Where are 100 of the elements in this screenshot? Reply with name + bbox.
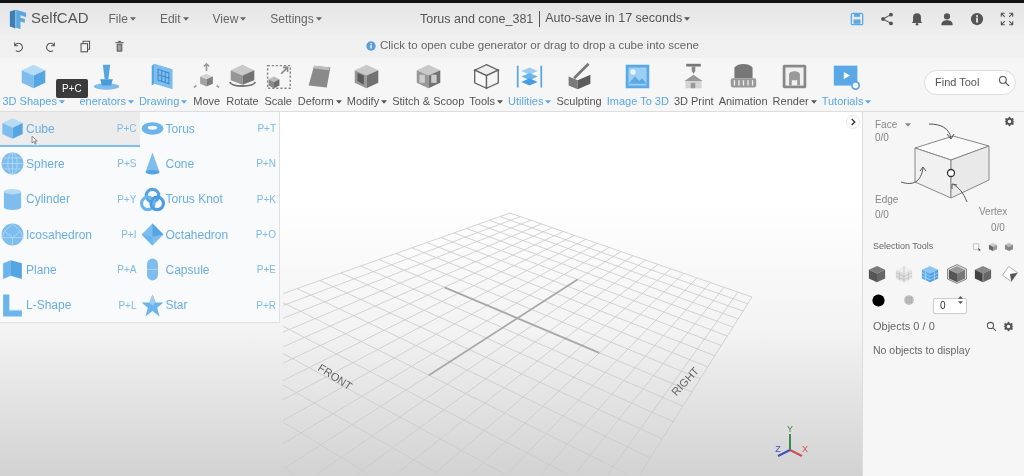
spinner-arrows-icon[interactable]	[957, 295, 964, 305]
shape-menu-item[interactable]: Plane P+A	[0, 253, 140, 289]
tool-button[interactable]: Move	[189, 62, 224, 108]
tool-button[interactable]: Drawing	[136, 62, 190, 108]
info-icon[interactable]	[970, 11, 984, 26]
share-icon[interactable]	[880, 11, 894, 26]
axis-letter: X	[802, 444, 808, 454]
caret-icon	[335, 99, 342, 104]
shape-name: Sphere	[26, 155, 65, 173]
shape-name: Cylinder	[26, 191, 70, 209]
tool-button[interactable]: Tutorials	[819, 62, 874, 108]
tool-button[interactable]: Utilities	[505, 62, 554, 108]
menu-item[interactable]: View	[212, 9, 247, 28]
caret-icon	[181, 99, 188, 104]
shape-name: Cone	[165, 155, 195, 173]
tool-button[interactable]: Sculpting	[553, 62, 605, 108]
shape-menu-item[interactable]: Icosahedron P+I	[0, 217, 140, 254]
tool-button[interactable]: Scale	[261, 62, 296, 108]
trash-icon[interactable]	[113, 39, 126, 53]
menu-item[interactable]: Settings	[270, 9, 322, 28]
color-dot[interactable]	[872, 293, 885, 307]
shortcut-text: P+A	[117, 263, 137, 278]
user-icon[interactable]	[940, 11, 954, 26]
knot-icon	[139, 186, 165, 212]
shape-menu-item[interactable]: Cone P+N	[139, 147, 279, 183]
search-icon[interactable]	[998, 75, 1010, 87]
tool-button[interactable]: Rotate	[223, 62, 262, 108]
shape-menu-item[interactable]: Star P+R	[139, 288, 279, 324]
autosave-dropdown[interactable]: Auto-save in 17 seconds	[540, 9, 691, 28]
shape-menu-item[interactable]: Torus Knot P+K	[139, 182, 279, 218]
face-mode-dropdown[interactable]: Face	[875, 117, 912, 132]
shape-menu-item[interactable]: Sphere P+S	[0, 147, 140, 183]
menu-item[interactable]: File	[108, 9, 136, 28]
logo-text: SelfCAD	[31, 8, 89, 29]
settings-icon[interactable]	[1004, 116, 1015, 127]
shape-menu-item[interactable]: Cube P+C	[0, 112, 140, 148]
box-select-icon[interactable]	[972, 242, 982, 252]
shape-name: Capsule	[165, 261, 210, 279]
search-icon[interactable]	[986, 320, 997, 332]
settings-icon[interactable]	[1003, 320, 1014, 332]
cube-icon[interactable]	[988, 242, 998, 252]
tool-button[interactable]: 3D Print	[671, 62, 717, 108]
axis-gizmo	[777, 433, 803, 457]
caret-icon	[315, 16, 322, 21]
shape-menu-item[interactable]: L-Shape P+L	[0, 288, 140, 324]
shape-name: Icosahedron	[26, 226, 93, 244]
copy-icon[interactable]	[79, 39, 92, 53]
bell-icon[interactable]	[910, 11, 924, 26]
tool-button[interactable]: Animation	[716, 62, 771, 108]
shape-menu-item[interactable]: Cylinder P+Y	[0, 182, 140, 218]
pointer-cursor-icon	[30, 134, 41, 148]
shortcut-text: P+R	[256, 298, 276, 313]
shortcut-text: P+C	[116, 122, 137, 137]
redo-icon[interactable]	[45, 39, 58, 53]
cube-outline-icon	[471, 62, 501, 91]
axis-letter: Y	[787, 424, 793, 434]
shortcut-text: P+E	[256, 263, 276, 278]
plane-icon[interactable]	[999, 264, 1020, 284]
move-icon	[192, 62, 222, 91]
caret-icon	[182, 16, 189, 21]
objects-count: Objects 0 / 0	[873, 319, 935, 334]
tool-button[interactable]: Image To 3D	[604, 62, 672, 108]
shortcut-text: P+T	[257, 122, 276, 137]
cube-icon[interactable]	[973, 264, 994, 284]
fullscreen-icon[interactable]	[1000, 11, 1014, 26]
vertex-count: 0/0	[991, 221, 1005, 235]
number-spinner[interactable]: 0	[933, 297, 967, 314]
tool-button[interactable]: Modify	[344, 62, 390, 108]
menu-item[interactable]: Edit	[159, 9, 189, 28]
tool-button[interactable]: Tools	[466, 62, 506, 108]
l-shape-icon	[0, 292, 25, 318]
cube-outline-icon[interactable]	[946, 264, 967, 284]
caret-icon	[497, 99, 503, 104]
tooltip: P+C	[56, 79, 88, 98]
caret-icon	[810, 99, 817, 104]
logo-icon	[8, 7, 28, 30]
shape-name: Cube	[26, 120, 55, 138]
empty-message: No objects to display	[872, 342, 971, 358]
shape-menu-item[interactable]: Torus P+T	[139, 112, 279, 148]
edge-label: Edge	[875, 193, 899, 207]
shortcut-text: P+O	[255, 228, 276, 243]
shortcut-text: P+Y	[117, 192, 137, 207]
tool-button[interactable]: Stitch & Scoop	[389, 62, 467, 108]
shape-name: Torus Knot	[165, 191, 223, 209]
shape-name: Plane	[26, 261, 57, 279]
tool-button[interactable]: Render	[770, 62, 820, 108]
edge-count: 0/0	[875, 208, 889, 222]
collapse-button[interactable]	[846, 115, 860, 129]
search-field[interactable]: Find Tool	[924, 69, 1016, 95]
sphere-icon	[0, 151, 25, 177]
icosahedron-icon	[0, 222, 25, 248]
shape-menu-item[interactable]: Octahedron P+O	[139, 217, 279, 254]
grid-cube-icon[interactable]	[920, 264, 941, 284]
shape-menu-item[interactable]: Capsule P+E	[139, 253, 279, 289]
shortcut-text: P+I	[121, 228, 137, 243]
tool-button[interactable]: Deform	[295, 62, 345, 108]
undo-icon[interactable]	[11, 39, 24, 53]
star-icon	[139, 292, 165, 318]
caret-icon	[127, 99, 134, 104]
cube-icon[interactable]	[867, 264, 887, 284]
